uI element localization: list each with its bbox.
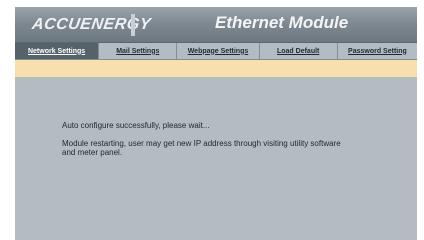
ethernet-module-page: ACCUENERGY Ethernet Module Network Setti… xyxy=(15,7,417,240)
message-area: Auto configure successfully, please wait… xyxy=(62,121,392,157)
tab-network-settings[interactable]: Network Settings xyxy=(15,43,100,59)
header-divider xyxy=(131,14,135,36)
settings-tab-bar: Network Settings Mail Settings Webpage S… xyxy=(15,43,417,60)
page-header: ACCUENERGY Ethernet Module xyxy=(15,7,417,43)
tab-mail-settings[interactable]: Mail Settings xyxy=(99,43,178,59)
notice-bar xyxy=(15,60,417,77)
tab-load-default[interactable]: Load Default xyxy=(260,43,338,59)
tab-webpage-settings[interactable]: Webpage Settings xyxy=(177,43,260,59)
restart-message: Module restarting, user may get new IP a… xyxy=(62,139,341,157)
status-message: Auto configure successfully, please wait… xyxy=(62,121,210,130)
module-title: Ethernet Module xyxy=(215,13,349,32)
tab-password-setting[interactable]: Password Setting xyxy=(338,43,417,59)
